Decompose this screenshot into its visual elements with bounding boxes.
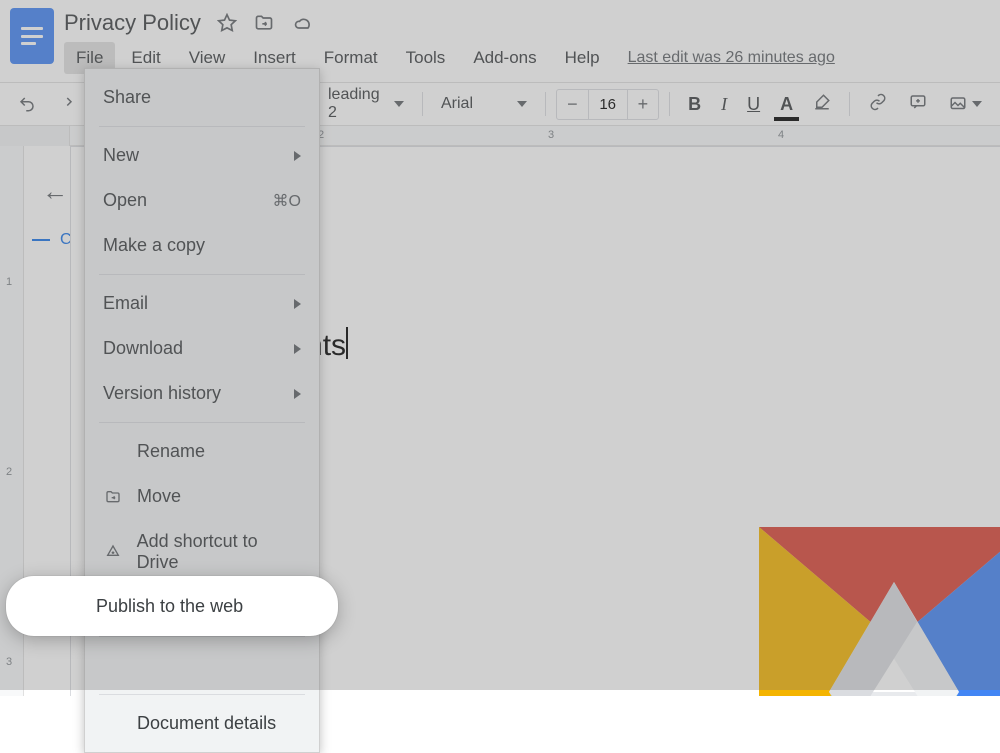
- menu-item-label: Make a copy: [103, 235, 205, 256]
- last-edit-link[interactable]: Last edit was 26 minutes ago: [628, 49, 835, 67]
- font-size-increase[interactable]: +: [628, 90, 659, 119]
- paragraph-style-select[interactable]: leading 2: [320, 86, 412, 122]
- menu-item-label: Rename: [137, 441, 205, 462]
- separator: [422, 92, 423, 116]
- menu-item-label: Email: [103, 293, 148, 314]
- menu-item-label: Document details: [137, 713, 276, 734]
- ruler-tick: 3: [548, 129, 554, 141]
- menu-divider: [99, 422, 305, 423]
- file-menu-email[interactable]: Email: [85, 281, 319, 326]
- file-menu-share[interactable]: Share: [85, 75, 319, 120]
- menu-divider: [99, 126, 305, 127]
- drive-shortcut-icon: [103, 544, 123, 560]
- file-menu-download[interactable]: Download: [85, 326, 319, 371]
- ruler-tick: 4: [778, 129, 784, 141]
- drive-logo-image[interactable]: [759, 527, 1000, 696]
- header: Privacy Policy File Edit View Insert For…: [0, 0, 1000, 74]
- menu-item-label: Version history: [103, 383, 221, 404]
- underline-button[interactable]: U: [739, 90, 768, 119]
- chevron-down-icon: [517, 101, 527, 107]
- menu-format[interactable]: Format: [312, 42, 390, 74]
- font-size-decrease[interactable]: −: [557, 90, 588, 119]
- font-family-select[interactable]: Arial: [433, 95, 535, 113]
- paragraph-style-label: leading 2: [328, 86, 386, 122]
- outline-back-button[interactable]: ←: [42, 176, 68, 207]
- font-size-stepper: − +: [556, 89, 659, 120]
- outline-marker: [32, 239, 50, 241]
- file-menu-document-details[interactable]: Document details: [85, 701, 319, 746]
- separator: [545, 92, 546, 116]
- ruler-tick: 1: [6, 276, 12, 288]
- file-menu-make-copy[interactable]: Make a copy: [85, 223, 319, 268]
- menu-tools[interactable]: Tools: [394, 42, 458, 74]
- menu-item-label: Download: [103, 338, 183, 359]
- chevron-right-icon: [294, 299, 301, 309]
- file-menu-move[interactable]: Move: [85, 474, 319, 519]
- file-menu-open[interactable]: Open ⌘O: [85, 178, 319, 223]
- insert-image-button[interactable]: [940, 91, 990, 117]
- bold-button[interactable]: B: [680, 90, 709, 119]
- chevron-right-icon: [294, 344, 301, 354]
- star-icon[interactable]: [217, 13, 237, 33]
- text-color-button[interactable]: A: [772, 90, 801, 119]
- menu-item-label: Move: [137, 486, 181, 507]
- text-cursor: [346, 327, 348, 359]
- menu-shortcut: ⌘O: [273, 191, 301, 211]
- highlighted-menu-item: Publish to the web: [6, 576, 338, 636]
- insert-link-button[interactable]: [860, 89, 896, 120]
- font-family-label: Arial: [441, 95, 473, 113]
- file-menu-dropdown: Share New Open ⌘O Make a copy Email Down…: [84, 68, 320, 753]
- menu-addons[interactable]: Add-ons: [461, 42, 548, 74]
- italic-button[interactable]: I: [713, 90, 735, 119]
- file-menu-version-history[interactable]: Version history: [85, 371, 319, 416]
- file-menu-publish[interactable]: Publish to the web: [6, 584, 261, 629]
- ruler-tick: 2: [6, 466, 12, 478]
- docs-logo-icon: [21, 27, 43, 45]
- chevron-right-icon: [294, 151, 301, 161]
- file-menu-new[interactable]: New: [85, 133, 319, 178]
- menu-item-label: Add shortcut to Drive: [137, 531, 301, 573]
- chevron-right-icon: [294, 389, 301, 399]
- file-menu-rename[interactable]: Rename: [85, 429, 319, 474]
- menu-divider: [99, 274, 305, 275]
- separator: [849, 92, 850, 116]
- menu-help[interactable]: Help: [553, 42, 612, 74]
- chevron-down-icon: [972, 101, 982, 107]
- document-title[interactable]: Privacy Policy: [64, 10, 201, 36]
- menu-divider: [99, 694, 305, 695]
- highlight-color-button[interactable]: [805, 89, 839, 120]
- chevron-down-icon: [394, 101, 404, 107]
- redo-button[interactable]: [48, 89, 82, 119]
- font-size-input[interactable]: [588, 90, 628, 119]
- menu-item-label: New: [103, 145, 139, 166]
- title-area: Privacy Policy File Edit View Insert For…: [64, 8, 990, 74]
- menu-item-label: Publish to the web: [96, 596, 243, 617]
- cloud-status-icon[interactable]: [291, 13, 315, 33]
- menu-item-label: Share: [103, 87, 151, 108]
- undo-button[interactable]: [10, 89, 44, 119]
- menu-divider: [99, 636, 305, 637]
- docs-logo[interactable]: [10, 8, 54, 64]
- title-row: Privacy Policy: [64, 8, 990, 36]
- folder-move-icon: [103, 489, 123, 505]
- separator: [669, 92, 670, 116]
- menu-item-label: Open: [103, 190, 147, 211]
- ruler-corner: [0, 126, 70, 146]
- ruler-tick: 3: [6, 656, 12, 668]
- move-to-folder-icon[interactable]: [253, 13, 275, 33]
- add-comment-button[interactable]: [900, 89, 936, 120]
